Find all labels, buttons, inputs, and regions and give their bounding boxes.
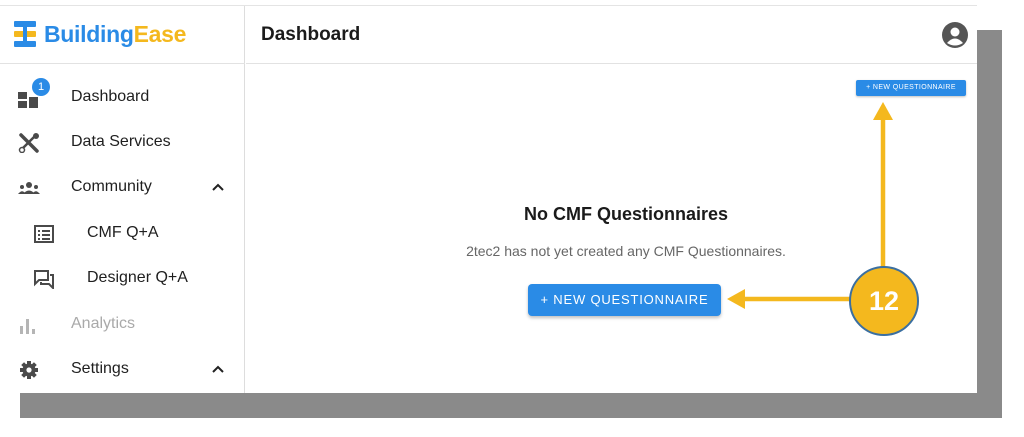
sidebar-item-label: CMF Q+A — [87, 224, 159, 241]
chevron-up-icon[interactable] — [212, 363, 224, 375]
empty-state-title: No CMF Questionnaires — [523, 204, 729, 224]
forum-icon — [34, 270, 54, 289]
sidebar-item-label: Community — [71, 178, 152, 195]
sidebar-item-cmf-qa[interactable]: CMF Q+A — [0, 212, 245, 256]
step-callout: 12 — [849, 266, 919, 336]
sidebar-item-label: Settings — [71, 360, 129, 377]
sidebar-item-analytics[interactable]: Analytics — [0, 303, 245, 347]
logo-icon — [14, 21, 36, 47]
sidebar-item-label: Data Services — [71, 133, 171, 150]
sidebar-item-community[interactable]: Community — [0, 166, 245, 210]
sidebar-item-label: Designer Q+A — [87, 269, 188, 286]
brand-header: BuildingEase — [0, 6, 245, 64]
community-icon — [18, 182, 40, 194]
sidebar-item-dashboard[interactable]: 1 Dashboard — [0, 76, 245, 120]
empty-state-description: 2tec2 has not yet created any CMF Questi… — [466, 243, 786, 259]
gear-icon — [20, 361, 38, 379]
sidebar-item-data-services[interactable]: Data Services — [0, 121, 245, 165]
chevron-up-icon[interactable] — [212, 181, 224, 193]
sidebar: BuildingEase 1 Dashboard Data Services C… — [0, 6, 245, 393]
notification-badge: 1 — [32, 78, 50, 96]
app-window: BuildingEase 1 Dashboard Data Services C… — [0, 5, 977, 393]
sidebar-item-label: Dashboard — [71, 88, 150, 105]
page-title: Dashboard — [261, 24, 361, 45]
bar-chart-icon — [20, 319, 35, 334]
window-shadow-bottom — [20, 392, 1002, 418]
list-document-icon — [34, 225, 54, 243]
top-bar: Dashboard — [246, 6, 977, 64]
tools-icon — [18, 133, 39, 153]
sidebar-item-settings[interactable]: Settings — [0, 348, 245, 392]
account-icon[interactable] — [941, 21, 969, 49]
new-questionnaire-button[interactable]: + NEW QUESTIONNAIRE — [528, 284, 721, 316]
sidebar-item-label: Analytics — [71, 315, 136, 332]
brand-name[interactable]: BuildingEase — [44, 21, 186, 48]
new-questionnaire-top-button[interactable]: + NEW QUESTIONNAIRE — [856, 80, 966, 96]
sidebar-item-designer-qa[interactable]: Designer Q+A — [0, 257, 245, 301]
